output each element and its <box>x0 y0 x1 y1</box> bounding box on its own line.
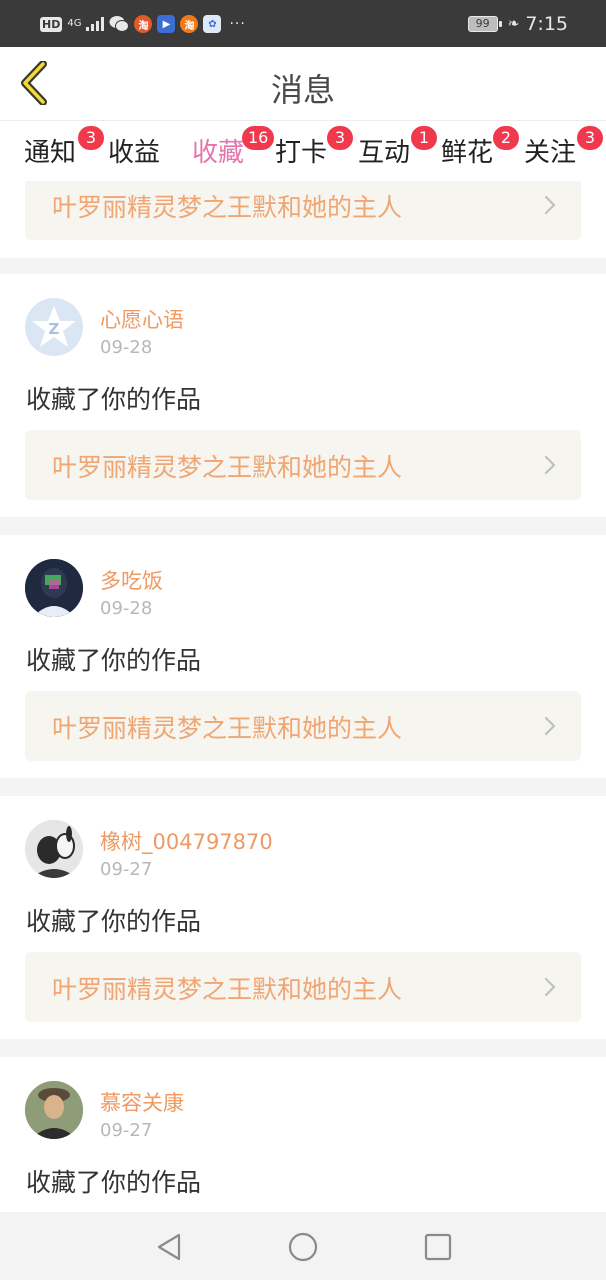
clock: 7:15 <box>525 13 568 35</box>
tab-bar: 通知 3 收益 收藏 16 打卡 3 互动 1 鲜花 2 关注 3 <box>0 121 606 185</box>
tab-earnings[interactable]: 收益 <box>108 132 160 174</box>
list-item: 多吃饭 09-28 收藏了你的作品 叶罗丽精灵梦之王默和她的主人 <box>0 535 606 778</box>
svg-text:Z: Z <box>49 320 60 338</box>
list-item: Z 心愿心语 09-28 收藏了你的作品 叶罗丽精灵梦之王默和她的主人 <box>0 274 606 517</box>
taobao-icon: 淘 <box>180 15 199 33</box>
timestamp: 09-28 <box>100 337 153 358</box>
username[interactable]: 多吃饭 <box>100 565 163 595</box>
tab-label: 通知 <box>24 138 77 168</box>
tab-badge: 16 <box>242 126 275 150</box>
hd-indicator: HD <box>40 16 63 32</box>
list-item: 慕容关康 09-27 收藏了你的作品 <box>0 1057 606 1212</box>
tab-badge: 3 <box>78 126 104 150</box>
avatar[interactable] <box>25 559 83 617</box>
tab-label: 收藏 <box>192 138 245 168</box>
chevron-right-icon <box>544 455 556 475</box>
leaf-icon: ❧ <box>507 16 520 32</box>
tab-label: 互动 <box>358 138 411 168</box>
tab-notifications[interactable]: 通知 3 <box>24 126 104 174</box>
user-photo-icon <box>25 820 83 878</box>
work-title: 叶罗丽精灵梦之王默和她的主人 <box>52 453 403 482</box>
work-link[interactable]: 叶罗丽精灵梦之王默和她的主人 <box>25 181 581 240</box>
work-link[interactable]: 叶罗丽精灵梦之王默和她的主人 <box>25 691 581 761</box>
status-left: HD 4G 淘 ▶ 淘 ✿ ··· <box>40 12 246 36</box>
signal-icon <box>86 17 105 31</box>
status-right: 99 ❧ 7:15 <box>467 12 568 36</box>
tab-label: 鲜花 <box>441 138 494 168</box>
network-indicator: 4G <box>67 18 82 29</box>
tab-flowers[interactable]: 鲜花 2 <box>441 126 519 174</box>
tab-label: 收益 <box>108 138 161 168</box>
nav-back-icon[interactable] <box>152 1230 186 1264</box>
user-photo-icon <box>25 1081 83 1139</box>
work-title: 叶罗丽精灵梦之王默和她的主人 <box>52 975 403 1004</box>
work-title: 叶罗丽精灵梦之王默和她的主人 <box>52 193 403 222</box>
page-title: 消息 <box>270 71 335 109</box>
tab-badge: 3 <box>577 126 603 150</box>
action-text: 收藏了你的作品 <box>26 646 202 675</box>
tab-badge: 2 <box>493 126 519 150</box>
play-store-icon: ▶ <box>157 15 176 33</box>
action-text: 收藏了你的作品 <box>26 1168 202 1197</box>
chevron-right-icon <box>544 716 556 736</box>
list-item: 橡树_004797870 09-27 收藏了你的作品 叶罗丽精灵梦之王默和她的主… <box>0 796 606 1039</box>
header: 消息 <box>0 47 606 121</box>
work-title: 叶罗丽精灵梦之王默和她的主人 <box>52 714 403 743</box>
chevron-right-icon <box>544 977 556 997</box>
timestamp: 09-27 <box>100 1120 153 1141</box>
battery-icon: 99 <box>467 16 502 32</box>
tab-badge: 1 <box>411 126 437 150</box>
username[interactable]: 心愿心语 <box>100 304 184 334</box>
default-avatar-star-icon: Z <box>32 306 76 347</box>
list-item: 叶罗丽精灵梦之王默和她的主人 <box>0 181 606 258</box>
tab-label: 打卡 <box>275 138 328 168</box>
status-bar: HD 4G 淘 ▶ 淘 ✿ ··· 99 ❧ 7:15 <box>0 0 606 47</box>
action-text: 收藏了你的作品 <box>26 907 202 936</box>
user-photo-icon <box>25 559 83 617</box>
avatar[interactable]: Z <box>25 298 83 356</box>
tab-label: 关注 <box>524 138 577 168</box>
chevron-right-icon <box>544 195 556 215</box>
wechat-icon <box>109 16 130 32</box>
timestamp: 09-27 <box>100 859 153 880</box>
baidu-icon: ✿ <box>203 15 222 33</box>
system-navigation-bar <box>0 1212 606 1280</box>
overflow-dots: ··· <box>229 16 246 32</box>
action-text: 收藏了你的作品 <box>26 385 202 414</box>
tab-interactions[interactable]: 互动 1 <box>358 126 437 174</box>
work-link[interactable]: 叶罗丽精灵梦之王默和她的主人 <box>25 952 581 1022</box>
tab-favorites[interactable]: 收藏 16 <box>192 126 275 185</box>
avatar[interactable] <box>25 820 83 878</box>
nav-recents-icon[interactable] <box>421 1230 455 1264</box>
message-feed[interactable]: 叶罗丽精灵梦之王默和她的主人 Z 心愿心语 09-28 收藏了你的作品 叶罗丽精… <box>0 181 606 1212</box>
avatar[interactable] <box>25 1081 83 1139</box>
tab-checkin[interactable]: 打卡 3 <box>275 126 353 174</box>
username[interactable]: 橡树_004797870 <box>100 826 273 856</box>
nav-home-icon[interactable] <box>286 1230 320 1264</box>
tab-following[interactable]: 关注 3 <box>524 126 603 174</box>
work-link[interactable]: 叶罗丽精灵梦之王默和她的主人 <box>25 430 581 500</box>
username[interactable]: 慕容关康 <box>100 1087 184 1117</box>
shopping-app-icon: 淘 <box>134 15 153 33</box>
timestamp: 09-28 <box>100 598 153 619</box>
tab-badge: 3 <box>327 126 353 150</box>
